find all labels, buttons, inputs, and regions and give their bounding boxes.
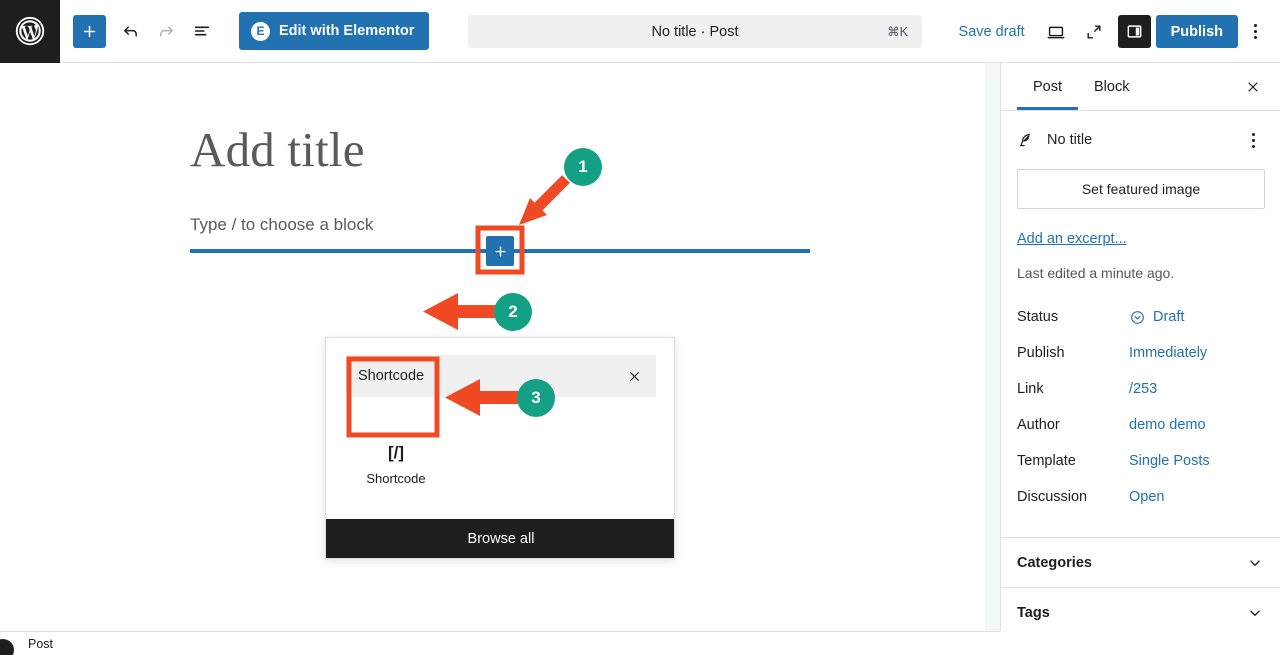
meta-value-publish[interactable]: Immediately <box>1129 345 1207 361</box>
shortcode-block-label: Shortcode <box>366 470 426 486</box>
close-sidebar-button[interactable] <box>1238 72 1268 102</box>
save-draft-button[interactable]: Save draft <box>947 16 1037 48</box>
document-actions-button[interactable] <box>1238 125 1268 155</box>
set-featured-image-button[interactable]: Set featured image <box>1017 169 1265 209</box>
meta-value-template[interactable]: Single Posts <box>1129 453 1210 469</box>
meta-label-author: Author <box>1017 417 1060 433</box>
post-settings-sidebar: Post Block No title Set featured image A… <box>1000 63 1280 631</box>
draft-circle-icon <box>1131 310 1144 324</box>
block-inserter-toggle-button[interactable] <box>73 14 106 48</box>
inserter-search-value: Shortcode <box>358 368 425 384</box>
meta-value-status[interactable]: Draft <box>1129 309 1184 326</box>
post-meta-list: Status Draft Publish Immediately Link /2… <box>1001 299 1280 515</box>
panel-tags-label: Tags <box>1017 604 1050 621</box>
plus-icon <box>83 25 96 37</box>
panel-categories[interactable]: Categories <box>1001 537 1280 587</box>
document-title-text: No title · Post <box>651 23 739 40</box>
settings-sidebar-toggle-button[interactable] <box>1117 15 1151 48</box>
edit-with-elementor-button[interactable]: E Edit with Elementor <box>239 12 430 50</box>
shortcode-block-item[interactable]: [/] Shortcode <box>353 427 439 501</box>
kebab-menu-icon <box>1253 24 1257 39</box>
wordpress-block-editor: E Edit with Elementor No title · Post ⌘K… <box>0 0 1280 655</box>
publish-button[interactable]: Publish <box>1155 15 1238 48</box>
sidebar-document-title: No title <box>1047 132 1093 148</box>
editor-top-toolbar: E Edit with Elementor No title · Post ⌘K… <box>0 0 1280 63</box>
redo-button[interactable] <box>148 13 184 49</box>
sidebar-document-row: No title <box>1001 111 1280 165</box>
sidebar-tab-bar: Post Block <box>1001 63 1280 111</box>
meta-row-discussion: Discussion Open <box>1001 479 1280 515</box>
meta-label-publish: Publish <box>1017 345 1065 361</box>
toolbar-left-group: E Edit with Elementor <box>60 12 430 50</box>
elementor-button-label: Edit with Elementor <box>279 23 415 39</box>
close-inserter-button[interactable] <box>620 362 648 390</box>
add-excerpt-link[interactable]: Add an excerpt... <box>1017 231 1280 247</box>
quill-pen-icon <box>1019 133 1030 147</box>
canvas-sidebar-gutter <box>985 63 1000 631</box>
fullscreen-button[interactable] <box>1075 13 1113 51</box>
kebab-menu-icon <box>1251 132 1255 148</box>
command-palette-shortcut: ⌘K <box>887 25 908 39</box>
meta-label-discussion: Discussion <box>1017 489 1088 505</box>
settings-panel-icon <box>1127 25 1142 38</box>
browse-all-blocks-button[interactable]: Browse all <box>326 519 674 558</box>
undo-button[interactable] <box>112 13 148 49</box>
editor-bottom-breadcrumb-bar: Post <box>0 631 1000 655</box>
meta-row-link: Link /253 <box>1001 371 1280 407</box>
redo-arrow-icon <box>159 25 173 37</box>
shortcode-icon: [/] <box>387 442 405 462</box>
inserter-search-field[interactable]: Shortcode <box>346 355 656 397</box>
tab-post[interactable]: Post <box>1017 63 1078 110</box>
desktop-preview-icon <box>1047 26 1065 38</box>
wordpress-logo-icon[interactable] <box>0 0 60 63</box>
editor-options-button[interactable] <box>1238 13 1272 51</box>
last-edited-text: Last edited a minute ago. <box>1017 265 1175 281</box>
tab-block[interactable]: Block <box>1078 63 1145 110</box>
meta-row-author: Author demo demo <box>1001 407 1280 443</box>
meta-row-template: Template Single Posts <box>1001 443 1280 479</box>
meta-row-status: Status Draft <box>1001 299 1280 335</box>
meta-label-link: Link <box>1017 381 1044 397</box>
document-overview-button[interactable] <box>184 13 220 49</box>
meta-value-discussion[interactable]: Open <box>1129 489 1164 505</box>
post-title-placeholder[interactable]: Add title <box>190 121 365 178</box>
plus-icon <box>494 245 506 257</box>
preview-button[interactable] <box>1037 13 1075 51</box>
toolbar-right-group: Save draft Publish <box>947 0 1272 63</box>
corner-decoration <box>0 639 14 655</box>
breadcrumb[interactable]: Post <box>28 637 53 651</box>
document-title-bar[interactable]: No title · Post ⌘K <box>468 15 922 48</box>
quick-block-inserter-popup: Shortcode [/] Shortcode Browse all <box>325 337 675 559</box>
chevron-down-icon <box>1250 559 1260 566</box>
meta-value-author[interactable]: demo demo <box>1129 417 1206 433</box>
meta-value-status-text: Draft <box>1153 309 1185 325</box>
editor-canvas[interactable]: Add title Type / to choose a block Short… <box>0 63 1000 631</box>
undo-arrow-icon <box>123 25 137 37</box>
close-x-icon <box>629 371 639 381</box>
meta-row-publish: Publish Immediately <box>1001 335 1280 371</box>
expand-view-icon <box>1087 24 1101 39</box>
chevron-down-icon <box>1250 609 1260 616</box>
document-overview-icon <box>194 26 210 36</box>
elementor-logo-icon: E <box>251 21 270 41</box>
meta-value-link[interactable]: /253 <box>1129 381 1157 397</box>
close-x-icon <box>1248 81 1258 92</box>
empty-block-placeholder[interactable]: Type / to choose a block <box>190 215 373 235</box>
inline-block-inserter-button[interactable] <box>486 236 514 266</box>
meta-label-status: Status <box>1017 309 1059 325</box>
panel-tags[interactable]: Tags <box>1001 587 1280 631</box>
panel-categories-label: Categories <box>1017 554 1092 571</box>
meta-label-template: Template <box>1017 453 1076 469</box>
